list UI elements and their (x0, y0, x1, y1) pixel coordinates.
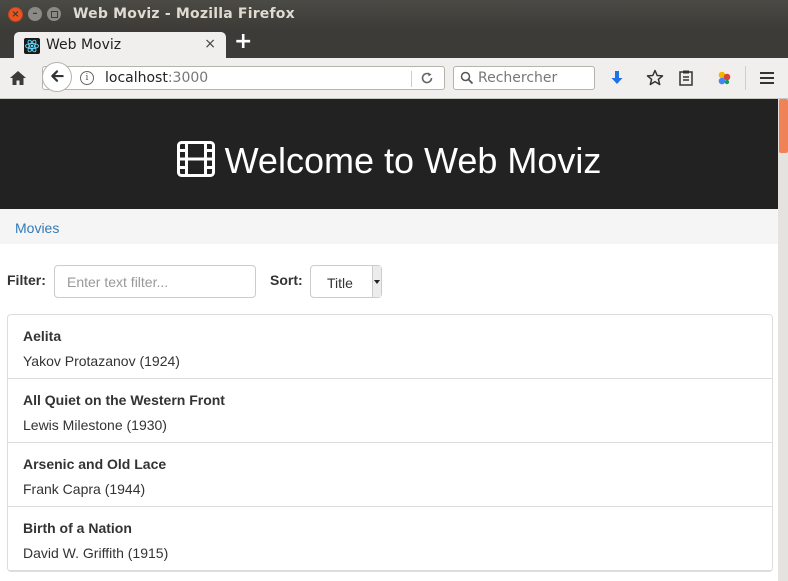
sort-selected-value: Title (327, 275, 353, 291)
list-item[interactable]: All Quiet on the Western Front Lewis Mil… (8, 379, 772, 443)
chevron-down-icon (372, 266, 381, 297)
sort-label: Sort: (270, 272, 303, 288)
search-box[interactable]: Rechercher (453, 66, 595, 90)
window-title: Web Moviz - Mozilla Firefox (73, 6, 295, 22)
movie-list: Aelita Yakov Protazanov (1924) All Quiet… (7, 314, 773, 572)
clipboard-icon[interactable] (676, 68, 696, 88)
breadcrumb: Movies (0, 209, 778, 244)
url-text[interactable]: localhost:3000 (105, 70, 208, 86)
heading-text: Welcome to Web Moviz (224, 140, 602, 181)
react-favicon-icon (24, 38, 40, 54)
page-header: Welcome to Web Moviz (0, 99, 778, 209)
breadcrumb-movies-link[interactable]: Movies (15, 220, 59, 236)
window-maximize-button[interactable] (47, 7, 61, 21)
movie-title: Birth of a Nation (23, 520, 132, 536)
tab-strip: Web Moviz × + (0, 29, 788, 58)
star-icon[interactable] (645, 68, 665, 88)
movie-director-year: Yakov Protazanov (1924) (23, 353, 180, 369)
navigation-toolbar: i localhost:3000 Rechercher (0, 58, 788, 99)
window-minimize-button[interactable]: – (28, 7, 42, 21)
back-button[interactable] (42, 62, 72, 92)
colorful-dots-icon[interactable] (714, 68, 734, 88)
movie-director-year: David W. Griffith (1915) (23, 545, 169, 561)
search-placeholder: Rechercher (478, 70, 558, 86)
reload-icon[interactable] (420, 71, 434, 85)
url-host: localhost (105, 70, 168, 86)
new-tab-button[interactable]: + (234, 29, 252, 55)
tab-web-moviz[interactable]: Web Moviz × (14, 32, 226, 58)
filter-input[interactable] (54, 265, 256, 298)
filter-label: Filter: (7, 272, 46, 288)
url-bar[interactable] (42, 66, 445, 90)
movie-director-year: Lewis Milestone (1930) (23, 417, 167, 433)
back-arrow-icon (51, 70, 64, 82)
window-close-button[interactable]: × (8, 7, 23, 22)
page-viewport: Welcome to Web Moviz Movies Filter: Sort… (0, 99, 778, 581)
movie-title: All Quiet on the Western Front (23, 392, 225, 408)
search-icon (460, 71, 474, 85)
info-icon[interactable]: i (80, 71, 94, 85)
window-titlebar: × – Web Moviz - Mozilla Firefox (0, 0, 788, 30)
film-icon (176, 141, 215, 177)
movie-title: Arsenic and Old Lace (23, 456, 167, 472)
list-item[interactable]: Birth of a Nation David W. Griffith (191… (8, 507, 772, 571)
home-icon[interactable] (8, 68, 28, 88)
list-item[interactable]: Arsenic and Old Lace Frank Capra (1944) (8, 443, 772, 507)
vertical-scrollbar[interactable] (778, 99, 788, 581)
toolbar-divider (745, 66, 746, 90)
urlbar-divider (411, 71, 412, 87)
movie-title: Aelita (23, 328, 62, 344)
tab-title: Web Moviz (46, 37, 122, 53)
list-item[interactable]: Aelita Yakov Protazanov (1924) (8, 315, 772, 379)
tab-close-icon[interactable]: × (204, 36, 216, 52)
scrollbar-thumb[interactable] (779, 99, 788, 153)
page-heading: Welcome to Web Moviz (0, 139, 778, 183)
url-port: :3000 (167, 70, 209, 86)
sort-select[interactable]: Title (310, 265, 382, 298)
movie-director-year: Frank Capra (1944) (23, 481, 146, 497)
download-icon[interactable] (607, 68, 627, 88)
hamburger-menu-icon[interactable] (757, 68, 777, 88)
